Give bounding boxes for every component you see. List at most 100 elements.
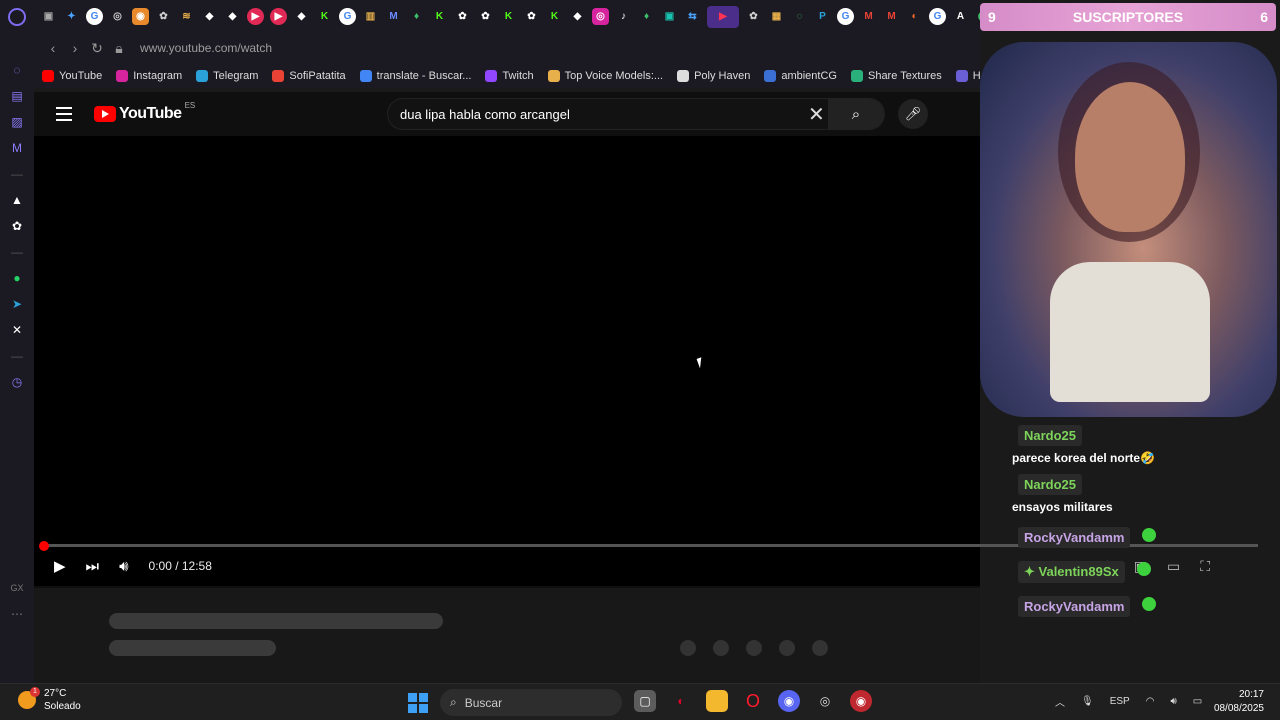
tab-icon[interactable]: ▣ xyxy=(661,8,678,25)
chat-username[interactable]: RockyVandamm xyxy=(1018,527,1131,548)
app-icon[interactable]: ◉ xyxy=(850,690,872,712)
tab-icon[interactable]: ◎ xyxy=(109,8,126,25)
wifi-icon[interactable]: ◠ xyxy=(1146,696,1155,707)
tab-icon[interactable]: ⇆ xyxy=(684,8,701,25)
tab-icon[interactable]: ◆ xyxy=(224,8,241,25)
kick-tab-icon[interactable]: K xyxy=(431,8,448,25)
opera-app-icon[interactable]: O xyxy=(742,690,764,712)
google-tab-icon[interactable]: G xyxy=(339,8,356,25)
x-sidebar-icon[interactable]: ✕ xyxy=(9,322,25,338)
next-icon[interactable]: ⏭︎ xyxy=(86,558,100,575)
chat-username[interactable]: Nardo25 xyxy=(1018,474,1083,495)
gmail-tab-icon[interactable]: M xyxy=(883,8,900,25)
video-player[interactable] xyxy=(34,136,980,586)
tab-icon[interactable]: ≋ xyxy=(178,8,195,25)
tab-icon[interactable]: ▥ xyxy=(362,8,379,25)
obs-app-icon[interactable]: ◎ xyxy=(814,690,836,712)
tab-icon[interactable]: ♦ xyxy=(408,8,425,25)
whatsapp-sidebar-icon[interactable]: ● xyxy=(9,270,25,286)
clear-search-icon[interactable]: ✕ xyxy=(808,102,825,127)
kick-tab-icon[interactable]: K xyxy=(316,8,333,25)
paypal-tab-icon[interactable]: P xyxy=(814,8,831,25)
gx-badge-icon[interactable]: GX xyxy=(9,580,25,596)
tab-icon[interactable]: ✿ xyxy=(155,8,172,25)
bookmark-item[interactable]: YouTube xyxy=(42,69,102,82)
discord-app-icon[interactable]: ◉ xyxy=(778,690,800,712)
task-view-icon[interactable]: ▢ xyxy=(634,690,656,712)
tab-icon[interactable]: ◆ xyxy=(293,8,310,25)
menu-icon[interactable] xyxy=(56,107,72,121)
forward-icon[interactable]: › xyxy=(64,40,86,56)
tab-icon[interactable]: ▦ xyxy=(768,8,785,25)
tab-icon[interactable]: M xyxy=(385,8,402,25)
bookmark-item[interactable]: Twitch xyxy=(485,69,534,82)
bookmark-item[interactable]: translate - Buscar... xyxy=(359,69,471,82)
taskbar-search[interactable]: ⌕ Buscar xyxy=(440,689,622,716)
tab-icon[interactable]: ✿ xyxy=(523,8,540,25)
tab-icon[interactable]: ◌ xyxy=(791,8,808,25)
tab-icon[interactable]: ▶ xyxy=(270,8,287,25)
search-input[interactable] xyxy=(388,106,788,122)
start-button[interactable] xyxy=(408,693,428,713)
bookmark-item[interactable]: Instagram xyxy=(116,69,182,82)
chat-username[interactable]: Nardo25 xyxy=(1018,425,1083,446)
tab-icon[interactable]: ♦ xyxy=(638,8,655,25)
tab-icon[interactable]: ◐ xyxy=(906,8,923,25)
tab-icon[interactable]: ✦ xyxy=(63,8,80,25)
microphone-icon[interactable]: 🎙︎ xyxy=(1081,696,1094,707)
aria-sidebar-icon[interactable]: ▲ xyxy=(9,192,25,208)
tab-icon[interactable]: ✿ xyxy=(454,8,471,25)
telegram-sidebar-icon[interactable]: ➤ xyxy=(9,296,25,312)
gx-control-icon[interactable]: ◌ xyxy=(9,62,25,78)
play-icon[interactable]: ▶ xyxy=(54,557,66,575)
volume-tray-icon[interactable]: 🔊︎ xyxy=(1170,696,1176,707)
progress-scrubber[interactable] xyxy=(39,541,49,551)
tab-icon[interactable]: ◆ xyxy=(569,8,586,25)
weather-widget[interactable]: 1 27°C Soleado xyxy=(18,687,81,713)
tab-icon[interactable]: ◉ xyxy=(132,8,149,25)
bookmark-item[interactable]: ambientCG xyxy=(764,69,837,82)
url-field[interactable]: www.youtube.com/watch xyxy=(140,41,272,55)
translate-tab-icon[interactable]: A xyxy=(952,8,969,25)
google-tab-icon[interactable]: G xyxy=(929,8,946,25)
chat-username[interactable]: ✦ Valentin89Sx xyxy=(1018,561,1125,583)
youtube-logo[interactable]: YouTube ES xyxy=(94,101,195,123)
history-sidebar-icon[interactable]: ◷ xyxy=(9,374,25,390)
back-icon[interactable]: ‹ xyxy=(42,40,64,56)
twitch-sidebar-icon[interactable]: ▨ xyxy=(9,114,25,130)
battery-icon[interactable]: ▭ xyxy=(1193,696,1202,707)
search-button[interactable]: ⌕ xyxy=(828,99,884,129)
bookmark-item[interactable]: Top Voice Models:... xyxy=(547,69,663,82)
opera-gx-logo-icon[interactable] xyxy=(8,8,26,26)
bookmark-item[interactable]: Ha... xyxy=(955,69,980,82)
chatgpt-tab-icon[interactable]: ✿ xyxy=(745,8,762,25)
gmail-tab-icon[interactable]: M xyxy=(860,8,877,25)
file-explorer-icon[interactable] xyxy=(706,690,728,712)
voice-search-icon[interactable]: 🎤︎ xyxy=(898,99,928,129)
language-indicator[interactable]: ESP xyxy=(1110,696,1130,707)
tray-expand-icon[interactable]: ︿ xyxy=(1055,694,1065,709)
bookmark-item[interactable]: Share Textures xyxy=(850,69,942,82)
tiktok-tab-icon[interactable]: ♪ xyxy=(615,8,632,25)
opera-gx-app-icon[interactable]: ◐ xyxy=(670,690,692,712)
reload-icon[interactable]: ↻ xyxy=(86,40,108,57)
google-tab-icon[interactable]: G xyxy=(837,8,854,25)
clock[interactable]: 20:17 08/08/2025 xyxy=(1214,688,1264,716)
tab-icon[interactable]: ▶ xyxy=(247,8,264,25)
kick-tab-icon[interactable]: K xyxy=(500,8,517,25)
tab-icon[interactable]: ▣ xyxy=(40,8,57,25)
chatgpt-sidebar-icon[interactable]: ✿ xyxy=(9,218,25,234)
google-tab-icon[interactable]: G xyxy=(86,8,103,25)
secure-lock-icon[interactable]: 🔒︎ xyxy=(108,40,130,57)
bookmark-item[interactable]: Poly Haven xyxy=(677,69,750,82)
chat-username[interactable]: RockyVandamm xyxy=(1018,596,1131,617)
instagram-tab-icon[interactable]: ◎ xyxy=(592,8,609,25)
gx-corner-icon[interactable]: ▤ xyxy=(9,88,25,104)
youtube-active-tab[interactable]: ▶ xyxy=(707,5,739,28)
tab-icon[interactable]: ◆ xyxy=(201,8,218,25)
bookmark-item[interactable]: Telegram xyxy=(196,69,258,82)
bookmark-item[interactable]: SofiPatatita xyxy=(272,69,346,82)
volume-icon[interactable]: 🔊︎ xyxy=(119,558,128,575)
messenger-sidebar-icon[interactable]: M xyxy=(9,140,25,156)
more-sidebar-icon[interactable]: ⋯ xyxy=(9,606,25,622)
